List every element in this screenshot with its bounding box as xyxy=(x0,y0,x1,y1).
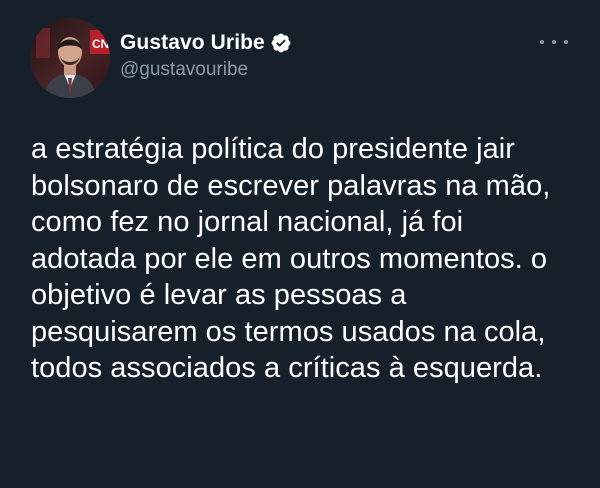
more-options-button[interactable] xyxy=(530,18,570,66)
author-names: Gustavo Uribe @gustavouribe xyxy=(120,30,292,81)
avatar[interactable]: CNN xyxy=(30,18,110,98)
display-name-row: Gustavo Uribe xyxy=(120,30,292,56)
author-handle[interactable]: @gustavouribe xyxy=(120,59,292,81)
more-options-icon xyxy=(540,32,568,52)
tweet-card: CNN Gustavo Uribe @gustav xyxy=(0,0,600,488)
tweet-text: a estratégia política do presidente jair… xyxy=(31,133,551,384)
avatar-image: CNN xyxy=(30,18,110,98)
display-name[interactable]: Gustavo Uribe xyxy=(120,31,265,55)
tweet-header: CNN Gustavo Uribe @gustav xyxy=(30,18,570,98)
avatar-badge-text: CNN xyxy=(92,37,110,51)
verified-badge-icon xyxy=(270,32,292,54)
